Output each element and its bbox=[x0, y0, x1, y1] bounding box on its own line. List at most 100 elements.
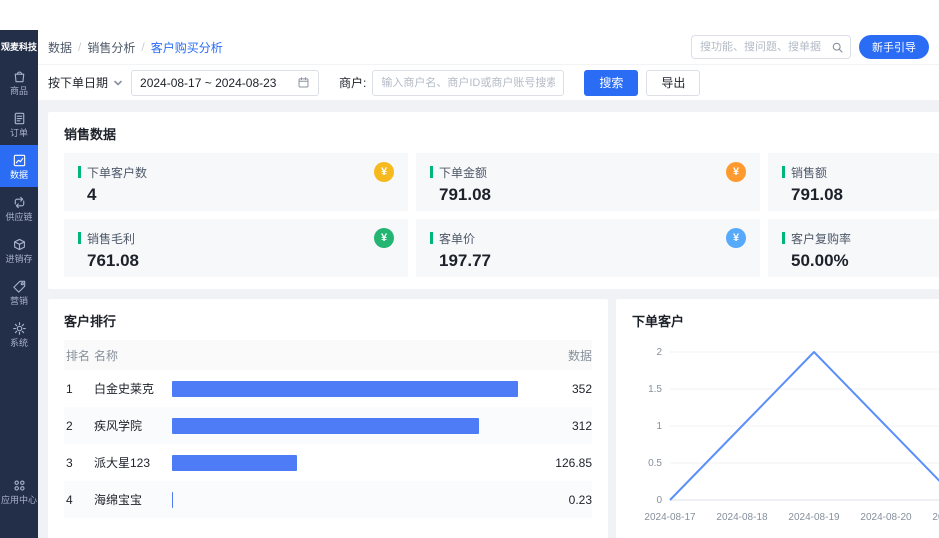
customer-ranking-title: 客户排行 bbox=[64, 311, 592, 330]
price-circle-icon: ¥ bbox=[726, 228, 746, 248]
y-axis-tick-label: 0 bbox=[656, 495, 662, 506]
y-axis-tick-label: 0.5 bbox=[648, 458, 662, 469]
value-cell: 126.85 bbox=[528, 456, 592, 470]
rank-cell: 2 bbox=[64, 419, 94, 433]
orders-icon bbox=[12, 111, 27, 126]
inventory-icon bbox=[12, 237, 27, 252]
tile-accent-bar bbox=[78, 166, 81, 178]
sidebar-item-data[interactable]: 数据 bbox=[0, 145, 38, 187]
tile-accent-bar bbox=[430, 232, 433, 244]
sidebar-item-marketing[interactable]: 营销 bbox=[0, 271, 38, 313]
y-axis-tick-label: 2 bbox=[656, 347, 662, 358]
export-button[interactable]: 导出 bbox=[646, 70, 700, 96]
rank-cell: 3 bbox=[64, 456, 94, 470]
content-grid: 销售数据 下单客户数¥4下单金额¥791.08销售额791.08销售毛利¥761… bbox=[48, 112, 939, 538]
search-icon[interactable] bbox=[825, 41, 850, 54]
value-cell: 0.23 bbox=[528, 493, 592, 507]
stat-value: 761.08 bbox=[78, 251, 394, 271]
chevron-down-icon bbox=[113, 78, 123, 88]
sidebar-bottom: 应用中心 bbox=[0, 470, 38, 512]
sidebar-item-label: 商品 bbox=[10, 87, 28, 96]
sidebar-item-label: 进销存 bbox=[5, 255, 32, 264]
sidebar-item-app-center[interactable]: 应用中心 bbox=[0, 470, 38, 512]
tile-accent-bar bbox=[78, 232, 81, 244]
sidebar-item-label: 供应链 bbox=[5, 213, 32, 222]
guide-button[interactable]: 新手引导 bbox=[859, 35, 929, 59]
x-axis-tick-label: 2024-08-20 bbox=[860, 512, 912, 523]
main-content: 数据 / 销售分析 / 客户购买分析 新手引导 按下单日期 bbox=[38, 30, 939, 538]
breadcrumb-separator: / bbox=[78, 40, 81, 54]
supply-chain-icon bbox=[12, 195, 27, 210]
profit-circle-icon: ¥ bbox=[374, 228, 394, 248]
app-center-icon bbox=[12, 478, 27, 493]
search-button[interactable]: 搜索 bbox=[584, 70, 638, 96]
value-bar bbox=[172, 418, 479, 434]
top-whitespace bbox=[0, 0, 939, 30]
rank-cell: 1 bbox=[64, 382, 94, 396]
stat-tile-2: 下单金额¥791.08 bbox=[416, 153, 760, 211]
tile-accent-bar bbox=[782, 166, 785, 178]
sidebar-item-system[interactable]: 系统 bbox=[0, 313, 38, 355]
stat-label: 下单金额 bbox=[439, 164, 487, 181]
tile-accent-bar bbox=[430, 166, 433, 178]
breadcrumb-item-data[interactable]: 数据 bbox=[48, 39, 72, 56]
yuan-circle-icon: ¥ bbox=[374, 162, 394, 182]
calendar-icon bbox=[297, 76, 310, 89]
stat-label: 下单客户数 bbox=[87, 164, 147, 181]
bar-track bbox=[172, 455, 528, 471]
system-icon bbox=[12, 321, 27, 336]
stat-tile-4: 销售毛利 ¥761.08 bbox=[64, 219, 408, 277]
merchant-search-input[interactable] bbox=[372, 70, 564, 96]
ranking-table-header: 排名 名称 数据 bbox=[64, 340, 592, 370]
x-axis-tick-label: 2024-08-19 bbox=[788, 512, 840, 523]
global-search-input[interactable] bbox=[692, 41, 825, 53]
bar-track bbox=[172, 381, 528, 397]
stat-value: 791.08 bbox=[782, 185, 939, 205]
breadcrumb-item-current: 客户购买分析 bbox=[151, 39, 223, 56]
date-range-value: 2024-08-17 ~ 2024-08-23 bbox=[140, 76, 276, 90]
sidebar-item-supply-chain[interactable]: 供应链 bbox=[0, 187, 38, 229]
stat-tile-1: 下单客户数 ¥4 bbox=[64, 153, 408, 211]
bottom-row: 客户排行 排名 名称 数据 1白金史莱克3522疾风学院3123派大星12312… bbox=[48, 299, 939, 538]
y-axis-tick-label: 1.5 bbox=[648, 384, 662, 395]
global-search-box bbox=[691, 35, 851, 59]
value-cell: 352 bbox=[528, 382, 592, 396]
stat-label: 销售毛利 bbox=[87, 230, 135, 247]
value-bar bbox=[172, 381, 518, 397]
y-axis-tick-label: 1 bbox=[656, 421, 662, 432]
customer-name-cell: 白金史莱克 bbox=[94, 380, 172, 397]
bar-track bbox=[172, 418, 528, 434]
stat-tile-6: 客户复购率 50.00% bbox=[768, 219, 939, 277]
ranking-table-body: 1白金史莱克3522疾风学院3123派大星123126.854海绵宝宝0.23 bbox=[64, 370, 592, 518]
sidebar-item-goods[interactable]: 商品 bbox=[0, 61, 38, 103]
date-type-select[interactable]: 按下单日期 bbox=[48, 74, 123, 91]
x-axis-tick-label: 2024-08-21 bbox=[932, 512, 939, 523]
date-type-label: 按下单日期 bbox=[48, 74, 108, 91]
sidebar-item-label: 营销 bbox=[10, 297, 28, 306]
column-header-rank: 排名 bbox=[64, 347, 94, 364]
goods-icon bbox=[12, 69, 27, 84]
date-range-input[interactable]: 2024-08-17 ~ 2024-08-23 bbox=[131, 70, 319, 96]
data-icon bbox=[12, 153, 27, 168]
sidebar-item-label: 订单 bbox=[10, 129, 28, 138]
marketing-icon bbox=[12, 279, 27, 294]
x-axis-tick-label: 2024-08-17 bbox=[644, 512, 696, 523]
ranking-table-row: 4海绵宝宝0.23 bbox=[64, 481, 592, 518]
x-axis-tick-label: 2024-08-18 bbox=[716, 512, 768, 523]
breadcrumb-separator: / bbox=[141, 40, 144, 54]
order-customers-card: 下单客户 00.511.522024-08-172024-08-182024-0… bbox=[616, 299, 939, 538]
stat-value: 50.00% bbox=[782, 251, 939, 271]
line-chart: 0 0.5 1 1.5 2 2024-08-17 2024-08-18 2024-08-19 2… bbox=[632, 340, 939, 530]
breadcrumb-item-sales-analysis[interactable]: 销售分析 bbox=[87, 39, 135, 56]
stat-value: 4 bbox=[78, 185, 394, 205]
customer-ranking-card: 客户排行 排名 名称 数据 1白金史莱克3522疾风学院3123派大星12312… bbox=[48, 299, 608, 538]
column-header-name: 名称 bbox=[94, 347, 528, 364]
stat-value: 197.77 bbox=[430, 251, 746, 271]
stat-label: 客户复购率 bbox=[791, 230, 851, 247]
sidebar-item-inventory[interactable]: 进销存 bbox=[0, 229, 38, 271]
page-body: 销售数据 下单客户数¥4下单金额¥791.08销售额791.08销售毛利¥761… bbox=[38, 100, 939, 538]
value-cell: 312 bbox=[528, 419, 592, 433]
tile-accent-bar bbox=[782, 232, 785, 244]
ranking-table-row: 1白金史莱克 352 bbox=[64, 370, 592, 407]
sidebar-item-orders[interactable]: 订单 bbox=[0, 103, 38, 145]
